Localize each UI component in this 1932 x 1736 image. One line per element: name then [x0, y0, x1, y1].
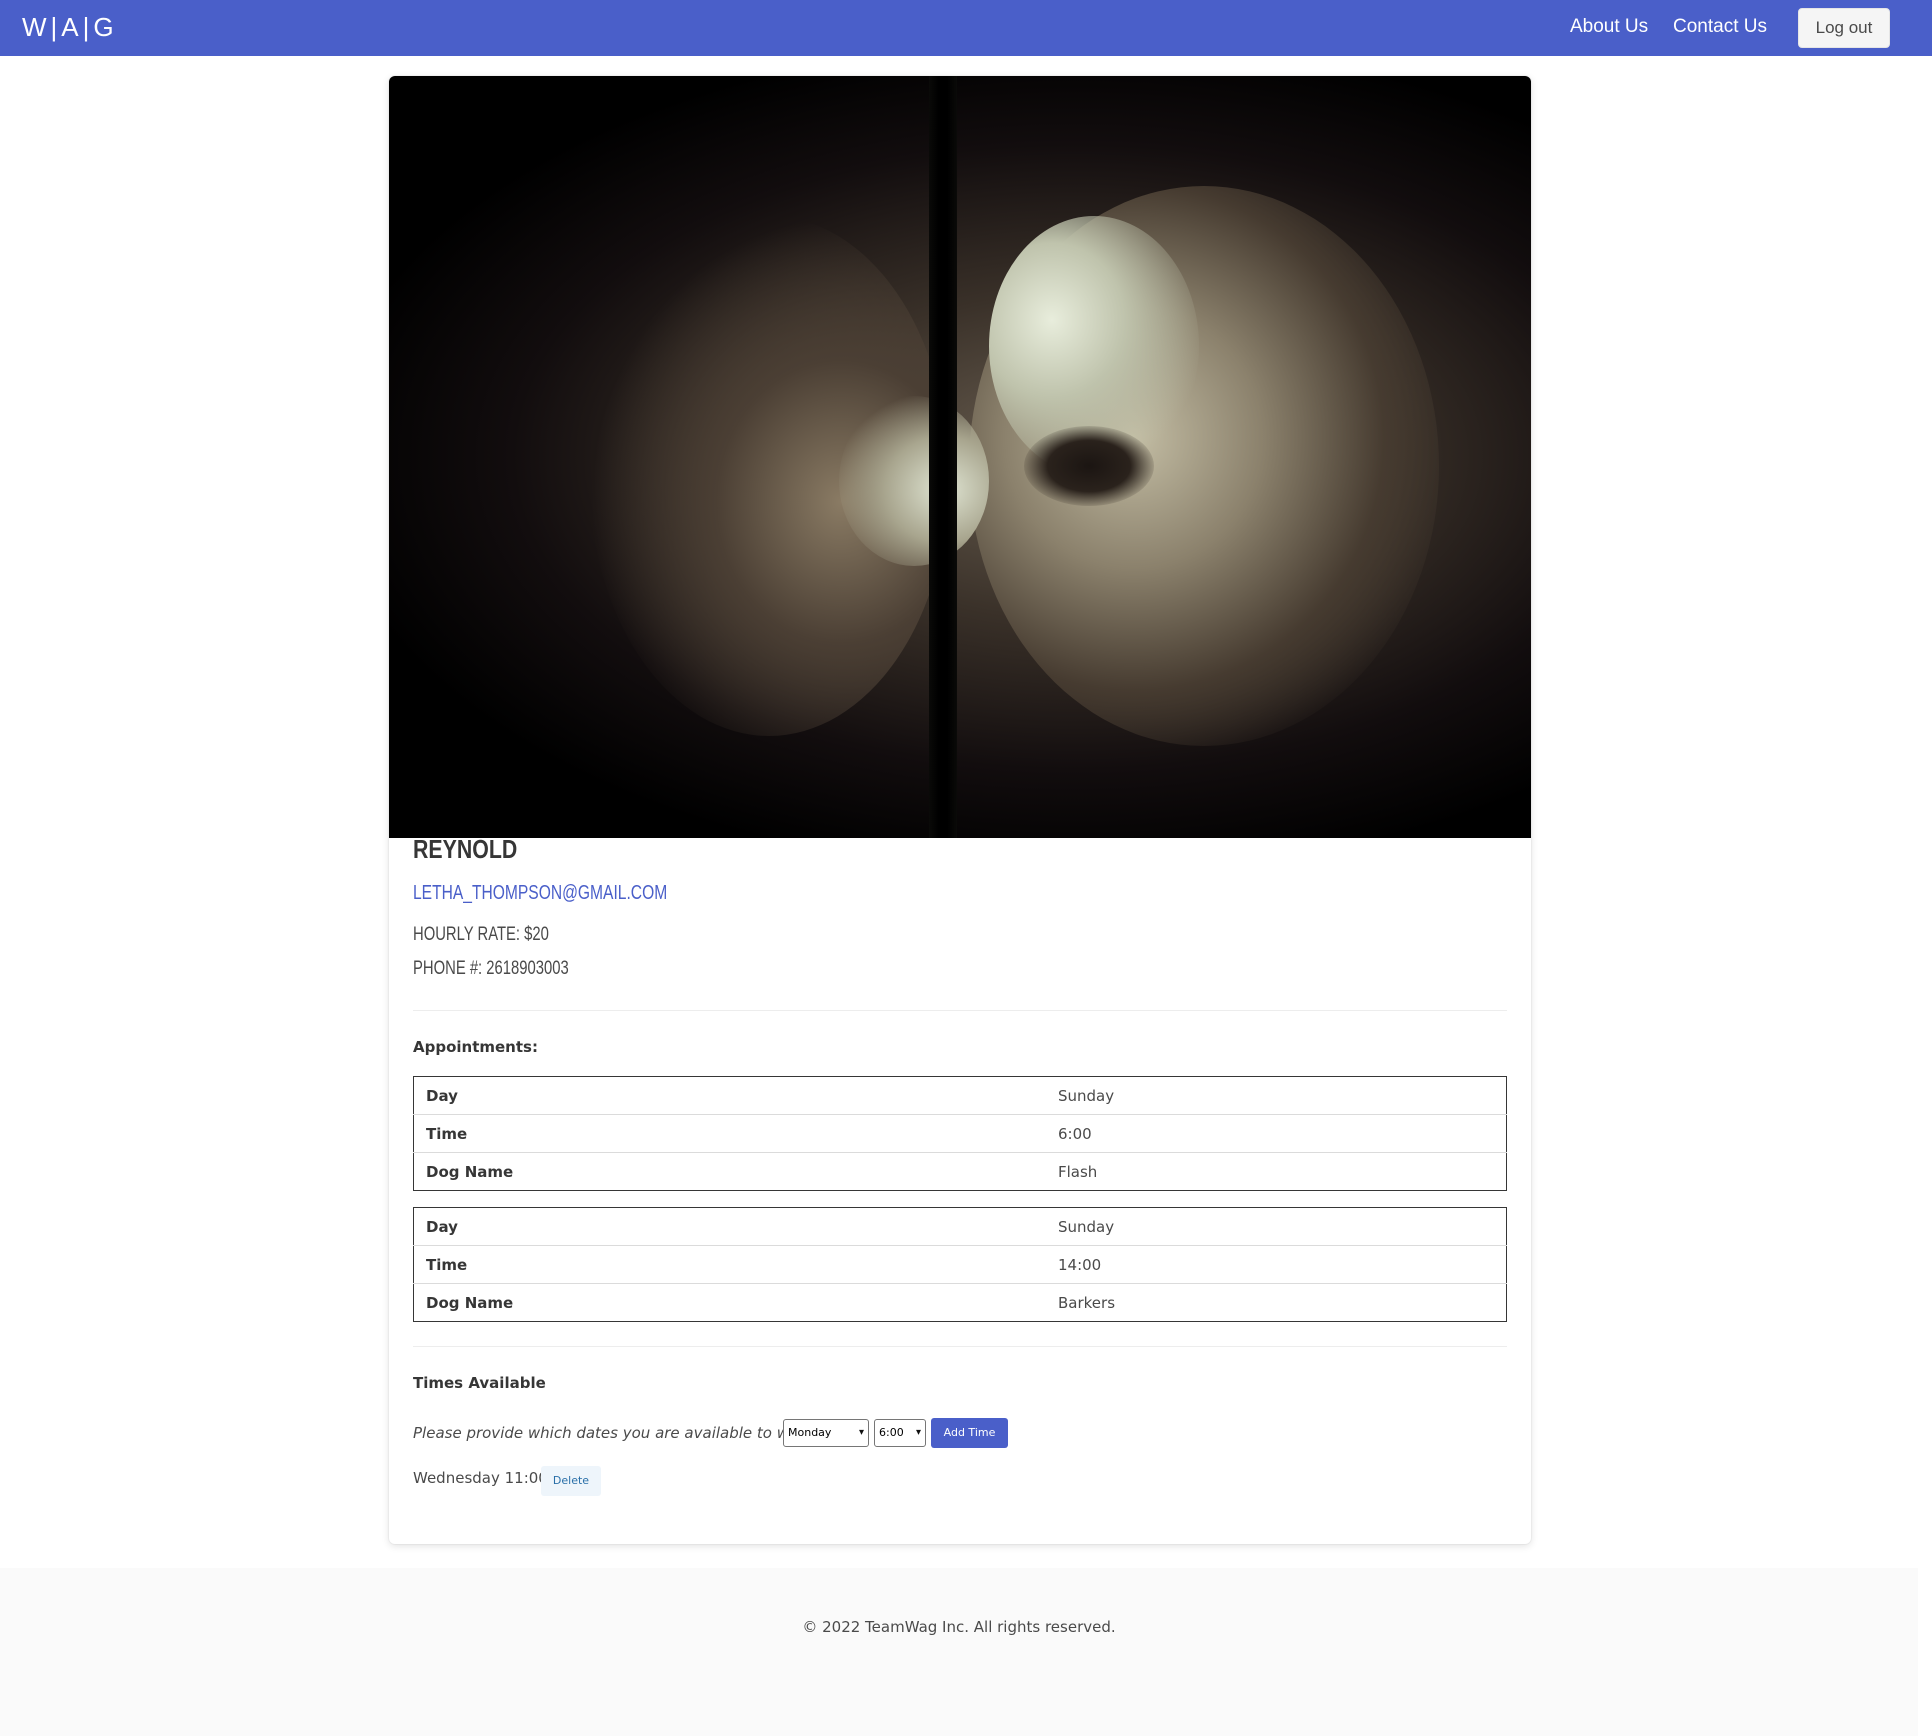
divider: [413, 1010, 1507, 1011]
navbar: W|A|G About Us Contact Us Log out: [0, 0, 1932, 56]
copyright-text: © 2022 TeamWag Inc. All rights reserved.: [802, 1618, 1116, 1636]
table-row: Time 6:00: [413, 1114, 1507, 1153]
time-label: Time: [413, 1245, 1046, 1284]
appointment-table: Day Sunday Time 14:00 Dog Name Barkers: [413, 1207, 1507, 1322]
delete-button[interactable]: Delete: [541, 1466, 601, 1496]
table-row: Day Sunday: [413, 1207, 1507, 1246]
footer: © 2022 TeamWag Inc. All rights reserved.: [0, 1568, 1918, 1736]
phone-number: Phone #: 2618903003: [413, 958, 569, 979]
chevron-down-icon: ▾: [915, 1427, 921, 1438]
appointment-table: Day Sunday Time 6:00 Dog Name Flash: [413, 1076, 1507, 1191]
logout-button[interactable]: Log out: [1798, 8, 1890, 48]
divider: [413, 1346, 1507, 1347]
time-value: 14:00: [1046, 1245, 1507, 1284]
chevron-down-icon: ▾: [858, 1427, 864, 1438]
day-select[interactable]: Monday ▾: [783, 1419, 869, 1447]
dog-name-label: Dog Name: [426, 1293, 514, 1312]
table-row: Day Sunday: [413, 1076, 1507, 1115]
times-available-heading: Times Available: [413, 1374, 546, 1392]
available-slot: Wednesday 11:00: [413, 1469, 548, 1487]
hourly-rate: Hourly Rate: $20: [413, 924, 549, 945]
appointments-heading: Appointments:: [413, 1038, 538, 1056]
profile-card: Reynold letha_thompson@gmail.com Hourly …: [389, 76, 1531, 1544]
walker-name: Reynold: [413, 834, 518, 864]
day-label: Day: [413, 1207, 1046, 1246]
table-row: Time 14:00: [413, 1245, 1507, 1284]
availability-prompt: Please provide which dates you are avail…: [413, 1424, 817, 1442]
nav-contact-us[interactable]: Contact Us: [1673, 14, 1767, 40]
walker-email[interactable]: letha_thompson@gmail.com: [413, 882, 667, 905]
brand-logo[interactable]: W|A|G: [22, 11, 118, 43]
table-row: Dog Name Barkers: [414, 1284, 1507, 1322]
time-label: Time: [413, 1114, 1046, 1153]
time-value: 6:00: [1046, 1114, 1507, 1153]
add-time-button[interactable]: Add Time: [931, 1418, 1008, 1448]
dog-name-label: Dog Name: [426, 1162, 514, 1181]
time-select[interactable]: 6:00 ▾: [874, 1419, 926, 1447]
nav-about-us[interactable]: About Us: [1570, 14, 1648, 40]
dog-name-value: Flash: [1058, 1162, 1098, 1181]
table-row: Dog Name Flash: [414, 1153, 1507, 1191]
day-label: Day: [413, 1076, 1046, 1115]
profile-photo: [389, 76, 1531, 838]
day-value: Sunday: [1046, 1076, 1507, 1115]
day-value: Sunday: [1046, 1207, 1507, 1246]
dog-name-value: Barkers: [1058, 1293, 1116, 1312]
